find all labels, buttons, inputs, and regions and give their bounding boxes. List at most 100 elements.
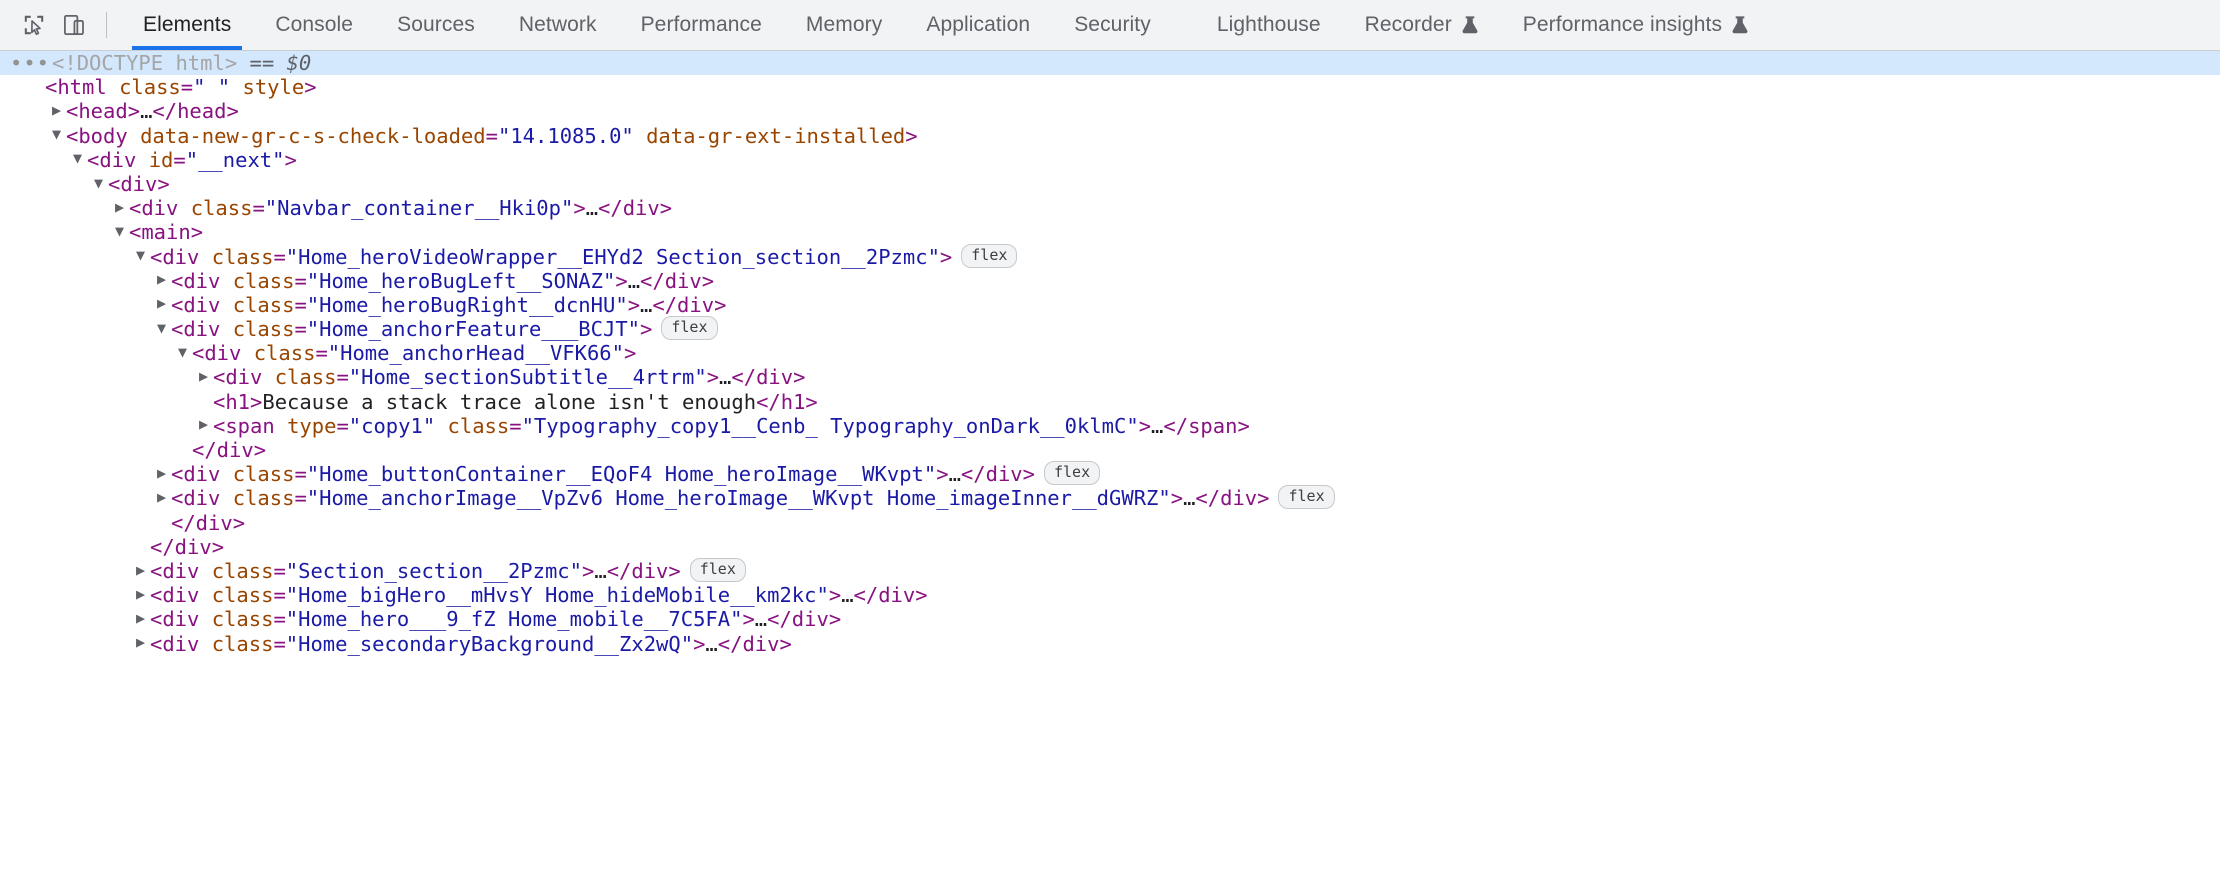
tab-label: Network <box>519 13 597 37</box>
tab-network[interactable]: Network <box>497 0 619 50</box>
tab-elements[interactable]: Elements <box>121 0 253 50</box>
dom-token-tag: = <box>294 462 306 486</box>
dom-token-tag: = <box>294 486 306 510</box>
dom-token-attr: class <box>233 269 295 293</box>
dom-node-row[interactable]: ▶<div class="Section_section__2Pzmc">…</… <box>0 559 2220 583</box>
disclosure-triangle-collapsed-icon[interactable]: ▶ <box>136 587 150 602</box>
dom-node-row[interactable]: ▼<div class="Home_anchorHead__VFK66"> <box>0 341 2220 365</box>
disclosure-triangle-collapsed-icon[interactable]: ▶ <box>136 611 150 626</box>
dom-node-row[interactable]: ▼<body data-new-gr-c-s-check-loaded="14.… <box>0 124 2220 148</box>
dom-node-row[interactable]: •••<!DOCTYPE html> == $0 <box>0 51 2220 75</box>
disclosure-triangle-expanded-icon[interactable]: ▼ <box>73 151 87 166</box>
disclosure-triangle-collapsed-icon[interactable]: ▶ <box>115 200 129 215</box>
dom-token-tag: = <box>273 245 285 269</box>
dom-token-attr: class <box>275 365 337 389</box>
dom-node-row[interactable]: ▼<div id="__next"> <box>0 148 2220 172</box>
disclosure-triangle-expanded-icon[interactable]: ▼ <box>136 248 150 263</box>
flex-badge[interactable]: flex <box>1044 461 1100 485</box>
disclosure-triangle-collapsed-icon[interactable]: ▶ <box>199 369 213 384</box>
tab-label: Lighthouse <box>1217 13 1321 37</box>
dom-token-tag: </div> <box>171 511 245 535</box>
tab-performance[interactable]: Performance <box>619 0 784 50</box>
dom-node-row[interactable]: ▶<div class="Home_sectionSubtitle__4rtrm… <box>0 365 2220 389</box>
dom-node-row[interactable]: ▶<div class="Home_heroBugRight__dcnHU">…… <box>0 293 2220 317</box>
tab-memory[interactable]: Memory <box>784 0 904 50</box>
dom-token-attr: type <box>287 414 336 438</box>
dom-node-row[interactable]: ▶<div class="Home_secondaryBackground__Z… <box>0 632 2220 656</box>
dom-token-attr: class <box>233 317 295 341</box>
disclosure-triangle-collapsed-icon[interactable]: ▶ <box>136 635 150 650</box>
dom-node-row[interactable]: ▶<html class=" " style> <box>0 75 2220 99</box>
dom-token-tag: = <box>273 607 285 631</box>
dom-node-row[interactable]: ▶<div class="Home_bigHero__mHvsY Home_hi… <box>0 583 2220 607</box>
tab-label: Sources <box>397 13 475 37</box>
dom-token-tag: > <box>940 245 952 269</box>
dom-token-attr: class <box>212 245 274 269</box>
dom-token-tag: </div> <box>640 269 714 293</box>
dom-node-row[interactable]: ▼<div class="Home_anchorFeature___BCJT">… <box>0 317 2220 341</box>
dom-token-tag: > <box>1171 486 1183 510</box>
dom-token-val: " " <box>193 75 230 99</box>
disclosure-triangle-expanded-icon[interactable]: ▼ <box>157 321 171 336</box>
flex-badge[interactable]: flex <box>1278 485 1334 509</box>
dom-token-tag: = <box>273 632 285 656</box>
dom-token-ellipsis: … <box>719 365 731 389</box>
dom-node-row[interactable]: ▶</div> <box>0 438 2220 462</box>
disclosure-triangle-collapsed-icon[interactable]: ▶ <box>157 296 171 311</box>
inspect-element-icon[interactable] <box>14 5 54 45</box>
disclosure-triangle-expanded-icon[interactable]: ▼ <box>178 345 192 360</box>
dom-token-tag: <span <box>213 414 287 438</box>
dom-token-tag <box>634 124 646 148</box>
disclosure-triangle-expanded-icon[interactable]: ▼ <box>115 224 129 239</box>
dom-token-ellipsis: … <box>1183 486 1195 510</box>
tab-performance-insights[interactable]: Performance insights <box>1501 0 1771 50</box>
dom-token-tag: > <box>628 293 640 317</box>
disclosure-triangle-expanded-icon[interactable]: ▼ <box>52 127 66 142</box>
tab-label: Application <box>926 13 1030 37</box>
tab-label: Console <box>275 13 353 37</box>
device-toolbar-icon[interactable] <box>54 5 94 45</box>
dom-node-row[interactable]: ▶<span type="copy1" class="Typography_co… <box>0 414 2220 438</box>
disclosure-triangle-collapsed-icon[interactable]: ▶ <box>199 417 213 432</box>
dom-node-row[interactable]: ▶<div class="Home_buttonContainer__EQoF4… <box>0 462 2220 486</box>
disclosure-triangle-collapsed-icon[interactable]: ▶ <box>157 466 171 481</box>
dom-node-row[interactable]: ▶</div> <box>0 535 2220 559</box>
dom-node-row[interactable]: ▶<div class="Home_hero___9_fZ Home_mobil… <box>0 607 2220 631</box>
flex-badge[interactable]: flex <box>690 558 746 582</box>
disclosure-triangle-collapsed-icon[interactable]: ▶ <box>52 103 66 118</box>
dom-tree-panel[interactable]: •••<!DOCTYPE html> == $0▶<html class=" "… <box>0 51 2220 889</box>
dom-node-row[interactable]: ▶<div class="Navbar_container__Hki0p">…<… <box>0 196 2220 220</box>
dom-node-row[interactable]: ▼<main> <box>0 220 2220 244</box>
tab-sources[interactable]: Sources <box>375 0 497 50</box>
tab-label: Memory <box>806 13 882 37</box>
tab-application[interactable]: Application <box>904 0 1052 50</box>
dom-node-row[interactable]: ▶<div class="Home_anchorImage__VpZv6 Hom… <box>0 486 2220 510</box>
dom-node-row[interactable]: ▼<div class="Home_heroVideoWrapper__EHYd… <box>0 245 2220 269</box>
tab-console[interactable]: Console <box>253 0 375 50</box>
tab-lighthouse[interactable]: Lighthouse <box>1195 0 1343 50</box>
dom-token-ellipsis: … <box>640 293 652 317</box>
tab-security[interactable]: Security <box>1052 0 1173 50</box>
tab-label: Elements <box>143 13 231 37</box>
dom-node-row[interactable]: ▶<head>…</head> <box>0 99 2220 123</box>
dom-token-ellipsis: … <box>140 99 152 123</box>
dom-node-row[interactable]: ▼<div> <box>0 172 2220 196</box>
dom-token-ellipsis: … <box>586 196 598 220</box>
disclosure-triangle-expanded-icon[interactable]: ▼ <box>94 176 108 191</box>
dom-node-row[interactable]: ▶<div class="Home_heroBugLeft__SONAZ">…<… <box>0 269 2220 293</box>
tab-recorder[interactable]: Recorder <box>1343 0 1501 50</box>
dom-token-tag: = <box>336 365 348 389</box>
flex-badge[interactable]: flex <box>961 244 1017 268</box>
dom-node-row[interactable]: ▶<h1>Because a stack trace alone isn't e… <box>0 390 2220 414</box>
dom-token-tag: <div <box>171 317 233 341</box>
disclosure-triangle-collapsed-icon[interactable]: ▶ <box>157 490 171 505</box>
dom-node-row[interactable]: ▶</div> <box>0 511 2220 535</box>
dom-token-tag: <div <box>171 269 233 293</box>
dom-token-tag: </div> <box>854 583 928 607</box>
flex-badge[interactable]: flex <box>661 316 717 340</box>
disclosure-triangle-collapsed-icon[interactable]: ▶ <box>157 272 171 287</box>
disclosure-triangle-collapsed-icon[interactable]: ▶ <box>136 563 150 578</box>
dom-token-attr: data-gr-ext-installed <box>646 124 905 148</box>
dom-token-txt: Because a stack trace alone isn't enough <box>262 390 756 414</box>
dom-token-tag: <div <box>171 486 233 510</box>
